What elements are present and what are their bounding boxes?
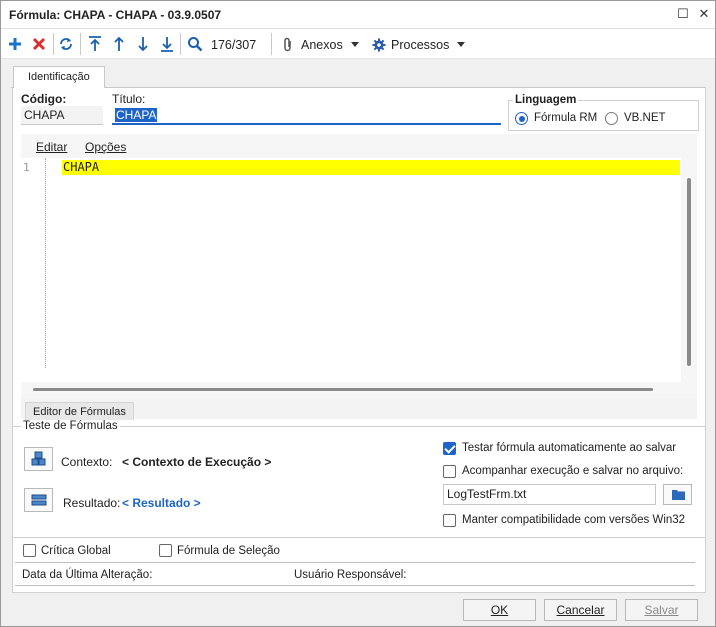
identification-panel: Código: CHAPA Título: CHAPA Linguagem Fó… bbox=[12, 88, 706, 593]
tab-identificacao[interactable]: Identificação bbox=[13, 66, 105, 89]
cancel-button[interactable]: Cancelar bbox=[544, 599, 617, 621]
last-change-label: Data da Última Alteração: bbox=[22, 569, 153, 581]
auto-test-checkbox[interactable] bbox=[443, 442, 456, 455]
toolbar-separator bbox=[80, 33, 81, 55]
line-gutter: 1 bbox=[21, 158, 46, 368]
chevron-down-icon bbox=[351, 42, 359, 47]
code-editor[interactable]: 1 CHAPA bbox=[21, 158, 697, 382]
browse-file-button[interactable] bbox=[663, 484, 692, 505]
context-label: Contexto: bbox=[61, 455, 113, 469]
menu-opcoes[interactable]: Opções bbox=[85, 140, 126, 154]
tab-strip: Identificação bbox=[11, 66, 706, 89]
test-group: Teste de Fórmulas Contexto: < Contexto d… bbox=[13, 420, 706, 538]
result-icon bbox=[31, 494, 47, 506]
toolbar-separator bbox=[271, 33, 272, 55]
paperclip-icon bbox=[284, 37, 291, 52]
toolbar-separator bbox=[53, 33, 54, 55]
chevron-down-icon bbox=[457, 42, 465, 47]
result-button[interactable] bbox=[24, 488, 53, 512]
ok-label: OK bbox=[490, 603, 509, 617]
folder-icon bbox=[672, 490, 685, 500]
radio-vbnet[interactable] bbox=[605, 112, 618, 125]
language-label: Linguagem bbox=[513, 94, 579, 106]
follow-execution-label: Acompanhar execução e salvar no arquivo: bbox=[462, 465, 684, 477]
tab-editor-formulas[interactable]: Editor de Fórmulas bbox=[25, 402, 134, 420]
formula-selecao-checkbox[interactable] bbox=[159, 544, 172, 557]
responsible-user-label: Usuário Responsável: bbox=[294, 569, 407, 581]
toolbar-separator bbox=[180, 33, 181, 55]
editor-menubar: Editar Opções bbox=[21, 134, 697, 158]
horizontal-scrollbar[interactable] bbox=[21, 382, 697, 398]
win32-compat-checkbox[interactable] bbox=[443, 514, 456, 527]
title-field[interactable]: CHAPA bbox=[112, 106, 501, 125]
radio-vbnet-label: VB.NET bbox=[624, 112, 666, 124]
attachments-label: Anexos bbox=[301, 38, 343, 52]
window-title: Fórmula: CHAPA - CHAPA - 03.9.0507 bbox=[9, 8, 222, 22]
next-icon[interactable] bbox=[136, 36, 150, 52]
gear-icon bbox=[372, 38, 386, 52]
previous-icon[interactable] bbox=[112, 36, 126, 52]
formula-selecao-label: Fórmula de Seleção bbox=[177, 545, 280, 557]
delete-icon[interactable] bbox=[32, 37, 46, 51]
title-bar: Fórmula: CHAPA - CHAPA - 03.9.0507 ☐ ✕ bbox=[1, 1, 715, 29]
result-label: Resultado: bbox=[63, 496, 121, 510]
radio-formula-rm-label: Fórmula RM bbox=[534, 112, 598, 124]
radio-formula-rm[interactable] bbox=[515, 112, 528, 125]
context-value[interactable]: < Contexto de Execução > bbox=[122, 455, 271, 469]
menu-opcoes-label: Opções bbox=[85, 140, 127, 154]
vertical-scrollbar[interactable] bbox=[681, 158, 697, 382]
divider bbox=[15, 562, 695, 563]
formula-window: Fórmula: CHAPA - CHAPA - 03.9.0507 ☐ ✕ 1… bbox=[0, 0, 716, 627]
cancel-label: Cancelar bbox=[556, 603, 605, 617]
first-icon[interactable] bbox=[88, 36, 102, 52]
follow-execution-checkbox[interactable] bbox=[443, 465, 456, 478]
menu-editar-label: Editar bbox=[36, 140, 68, 154]
divider bbox=[15, 585, 695, 586]
record-position: 176/307 bbox=[211, 38, 257, 52]
toolbar: 176/307 Anexos Processos bbox=[1, 29, 715, 59]
critica-global-checkbox[interactable] bbox=[23, 544, 36, 557]
menu-editar[interactable]: Editar bbox=[36, 140, 67, 154]
title-value: CHAPA bbox=[115, 108, 158, 122]
restore-icon[interactable]: ☐ bbox=[676, 7, 690, 21]
last-icon[interactable] bbox=[160, 36, 174, 52]
critica-global-label: Crítica Global bbox=[41, 545, 111, 557]
auto-test-label: Testar fórmula automaticamente ao salvar bbox=[462, 442, 677, 454]
refresh-icon[interactable] bbox=[58, 36, 74, 52]
code-line: CHAPA bbox=[62, 160, 680, 175]
result-value[interactable]: < Resultado > bbox=[122, 496, 201, 510]
add-icon[interactable] bbox=[8, 37, 22, 55]
save-button[interactable]: Salvar bbox=[625, 599, 698, 621]
scroll-thumb[interactable] bbox=[687, 178, 691, 366]
language-group: Linguagem Fórmula RM VB.NET bbox=[508, 94, 699, 131]
test-group-label: Teste de Fórmulas bbox=[21, 420, 120, 432]
line-number: 1 bbox=[23, 161, 30, 174]
win32-compat-label: Manter compatibilidade com versões Win32 bbox=[462, 514, 686, 526]
context-button[interactable] bbox=[24, 447, 53, 471]
code-label: Código: bbox=[21, 92, 67, 106]
ok-button[interactable]: OK bbox=[463, 599, 536, 621]
processes-label: Processos bbox=[391, 38, 450, 52]
log-file-input[interactable]: LogTestFrm.txt bbox=[443, 484, 656, 505]
context-icon bbox=[31, 451, 46, 466]
search-icon[interactable] bbox=[187, 36, 203, 52]
scroll-thumb[interactable] bbox=[33, 388, 653, 391]
close-icon[interactable]: ✕ bbox=[697, 7, 711, 21]
title-label: Título: bbox=[112, 92, 146, 106]
code-field: CHAPA bbox=[21, 106, 103, 125]
save-label: Salvar bbox=[644, 603, 679, 617]
